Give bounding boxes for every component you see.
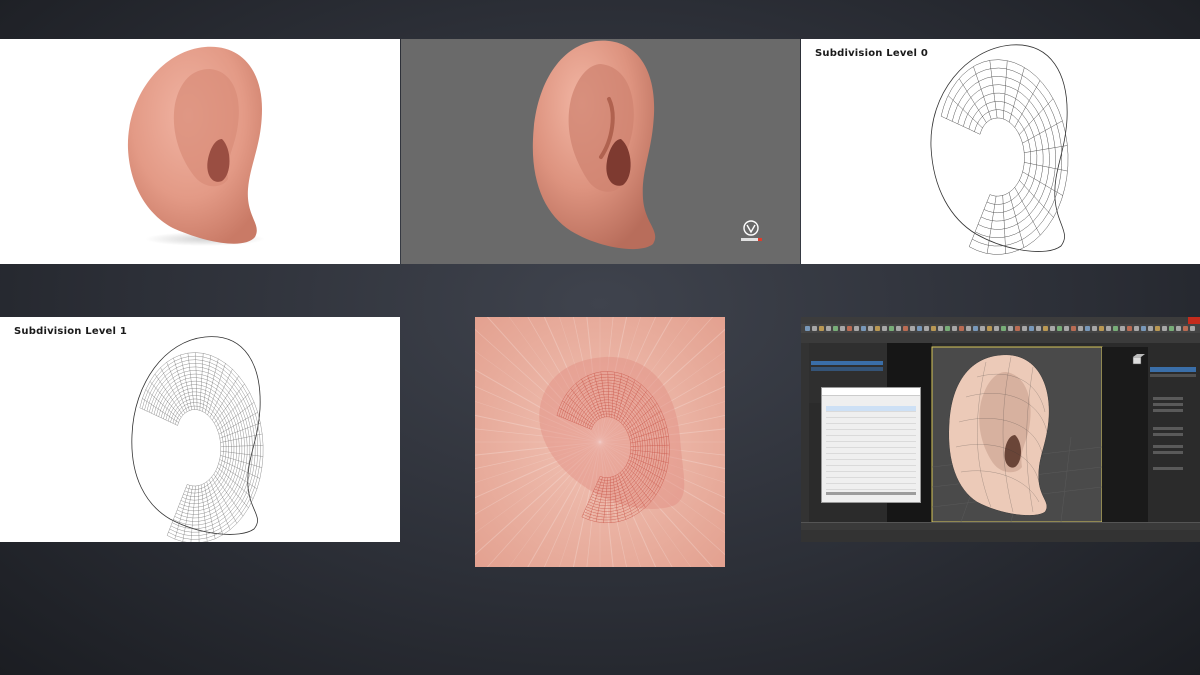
dialog-list-row[interactable] <box>826 484 916 490</box>
wireframe-level0-panel: Subdivision Level 0 <box>801 39 1200 264</box>
ear-render-grey <box>532 40 762 250</box>
scene-explorer-dialog[interactable] <box>821 387 921 503</box>
ear-wireframe-level0 <box>930 44 1069 255</box>
dialog-scrollbar[interactable] <box>826 492 916 495</box>
uv-texture-map <box>475 317 725 567</box>
watermark-logo-icon <box>741 220 762 241</box>
subdivision-level-0-label: Subdivision Level 0 <box>815 48 928 59</box>
render-grey-panel <box>401 39 800 264</box>
wireframe-level1-panel: Subdivision Level 1 <box>0 317 400 542</box>
ear-render-white <box>127 46 265 246</box>
uv-texture-panel <box>475 317 725 567</box>
modeling-app-screenshot <box>801 317 1200 542</box>
status-bar <box>801 530 1200 542</box>
subdivision-level-1-label: Subdivision Level 1 <box>14 326 127 337</box>
render-white-panel <box>0 39 400 264</box>
ear-wireframe-level1 <box>131 336 264 542</box>
dialog-title-bar <box>822 388 920 396</box>
